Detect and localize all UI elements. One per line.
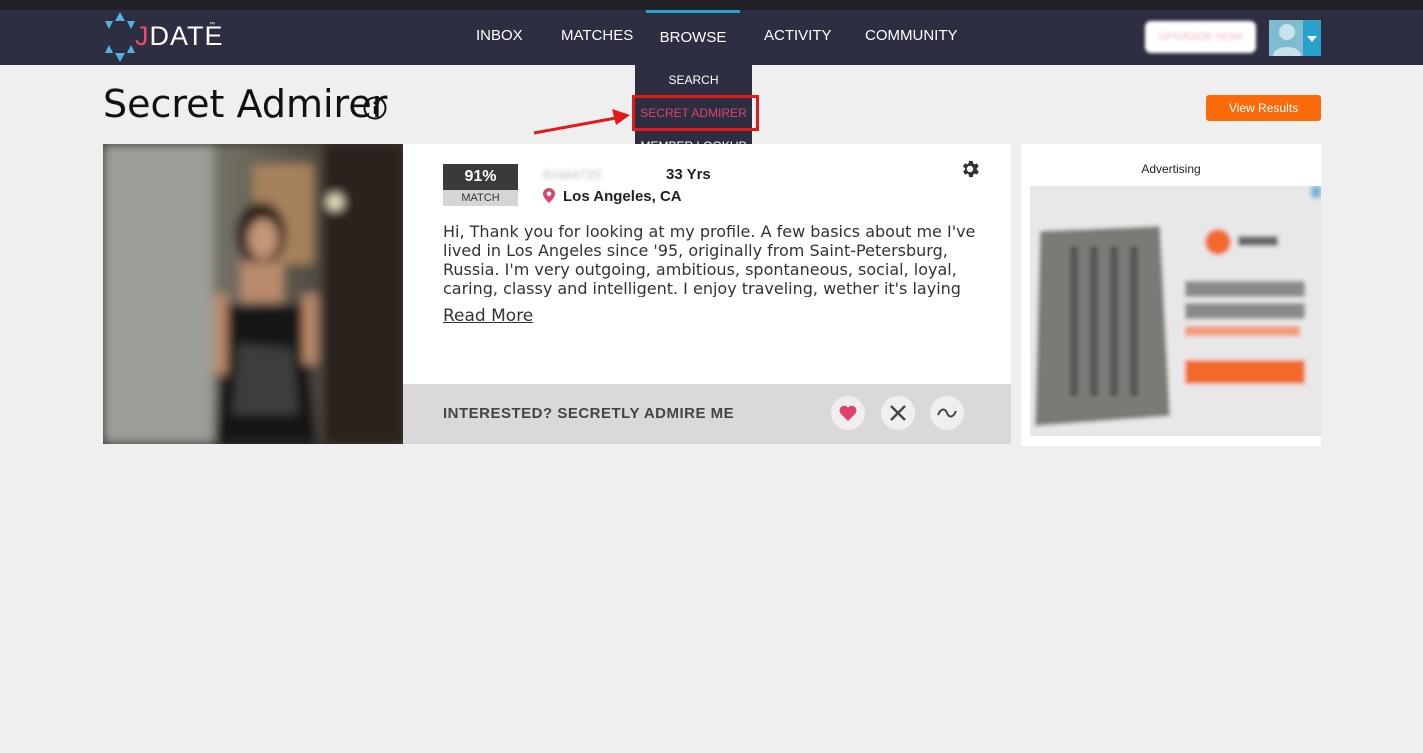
maybe-button[interactable] <box>930 396 964 430</box>
info-icon[interactable] <box>363 96 387 120</box>
highlight-box <box>632 95 759 131</box>
nav-community[interactable]: COMMUNITY <box>865 10 958 65</box>
nav-browse[interactable]: BROWSE <box>646 10 740 68</box>
tilde-wave-icon <box>937 408 957 418</box>
profile-photo-image <box>103 144 403 444</box>
profile-username[interactable]: Kristi4720 <box>543 167 601 182</box>
upgrade-button[interactable]: UPGRADE NOW <box>1145 21 1256 53</box>
page-title: Secret Admirer <box>103 82 388 126</box>
gear-icon[interactable] <box>959 158 981 180</box>
pointer-arrow-icon <box>533 109 630 135</box>
nav-inbox[interactable]: INBOX <box>476 10 523 65</box>
close-icon <box>890 405 906 421</box>
profile-age: 33 Yrs <box>666 166 711 183</box>
trademark-symbol: ™ <box>209 22 215 28</box>
advertisement-image <box>1030 186 1321 436</box>
match-percent: 91% <box>443 164 518 190</box>
advertising-panel: Advertising <box>1021 144 1321 446</box>
interest-bar: INTERESTED? SECRETLY ADMIRE ME <box>403 384 1011 444</box>
profile-location: Los Angeles, CA <box>563 188 682 205</box>
advertising-label: Advertising <box>1141 162 1201 176</box>
profile-bio: Hi, Thank you for looking at my profile.… <box>443 222 976 297</box>
view-results-button[interactable]: View Results <box>1206 95 1321 121</box>
read-more-link[interactable]: Read More <box>443 306 533 326</box>
match-badge: 91% MATCH <box>443 164 518 206</box>
nav-matches[interactable]: MATCHES <box>561 10 633 65</box>
nav-activity[interactable]: ACTIVITY <box>764 10 832 65</box>
jdate-logo[interactable]: JDATE ™ <box>103 12 223 64</box>
user-avatar[interactable] <box>1269 20 1307 56</box>
top-strip <box>0 0 1423 10</box>
dropdown-item-search[interactable]: SEARCH <box>635 73 752 87</box>
profile-photo[interactable] <box>103 144 403 444</box>
admire-heart-button[interactable] <box>831 396 865 430</box>
advertisement-banner[interactable] <box>1030 186 1321 436</box>
account-menu-caret-icon[interactable] <box>1303 20 1321 56</box>
interest-prompt: INTERESTED? SECRETLY ADMIRE ME <box>443 405 735 422</box>
location-pin-icon <box>543 188 555 203</box>
pass-x-button[interactable] <box>881 396 915 430</box>
avatar-silhouette-icon <box>1273 24 1301 56</box>
profile-card: 91% MATCH Kristi4720 33 Yrs Los Angeles,… <box>103 144 1011 444</box>
star-of-david-icon <box>105 12 135 62</box>
heart-icon <box>839 405 857 421</box>
match-label: MATCH <box>443 190 518 206</box>
